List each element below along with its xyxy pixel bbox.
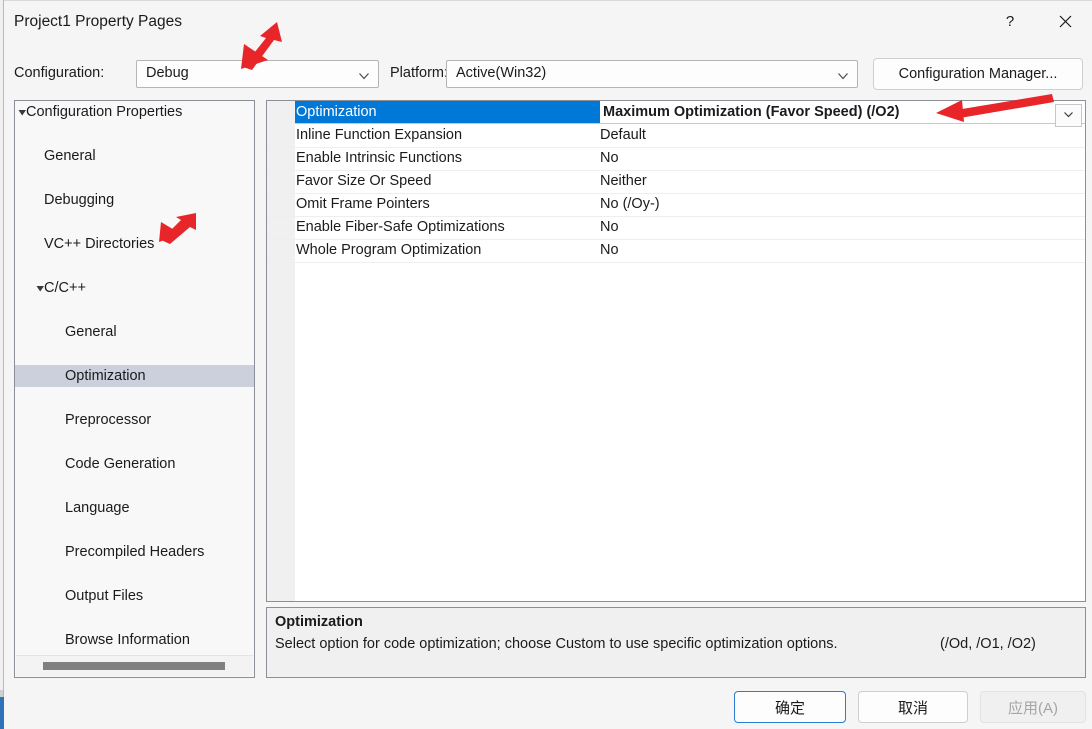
grid-row[interactable]: Whole Program Optimization No [267,239,1085,263]
chevron-down-icon [358,69,370,81]
tree-item-label: Optimization [65,368,146,384]
description-body: Select option for code optimization; cho… [275,636,838,652]
tree-item-browse-information[interactable]: Browse Information [15,629,254,651]
title-bar: Project1 Property Pages ? [4,1,1092,48]
close-button[interactable] [1042,1,1088,41]
grid-row[interactable]: Enable Intrinsic Functions No [267,147,1085,171]
platform-value: Active(Win32) [456,65,547,81]
grid-row-value: No [600,242,619,258]
tree-item-debugging[interactable]: Debugging [15,189,254,211]
tree-item-general[interactable]: General [15,145,254,167]
grid-row-name: Omit Frame Pointers [296,196,430,212]
tree-item-optimization[interactable]: Optimization [15,365,254,387]
tree-item-vc-directories[interactable]: VC++ Directories [15,233,254,255]
platform-combobox[interactable]: Active(Win32) [446,60,858,88]
grid-row[interactable]: Favor Size Or Speed Neither [267,170,1085,194]
grid-row[interactable]: Omit Frame Pointers No (/Oy-) [267,193,1085,217]
window-title: Project1 Property Pages [14,13,183,30]
tree-item-c-c[interactable]: C/C++ [15,277,254,299]
close-icon [1059,15,1072,28]
description-panel: Optimization Select option for code opti… [266,607,1086,678]
configuration-value: Debug [146,65,189,81]
tree-item-label: Language [65,500,130,516]
description-title: Optimization [275,614,363,630]
property-grid[interactable]: Optimization Maximum Optimization (Favor … [266,100,1086,602]
tree-item-label: Preprocessor [65,412,152,428]
description-switches: (/Od, /O1, /O2) [940,636,1036,652]
tree-item-configuration-properties[interactable]: Configuration Properties [15,101,254,123]
tree-item-language[interactable]: Language [15,497,254,519]
tree-item-label: VC++ Directories [44,236,155,252]
grid-row-name: Enable Fiber-Safe Optimizations [296,219,505,235]
grid-row-name: Whole Program Optimization [296,242,482,258]
tree-item-label: Configuration Properties [26,104,183,120]
grid-row-value[interactable]: Maximum Optimization (Favor Speed) (/O2) [598,101,1058,124]
tree-item-label: Browse Information [65,632,190,648]
grid-row-name: Enable Intrinsic Functions [296,150,463,166]
cancel-button[interactable]: 取消 [858,691,968,723]
tree-item-precompiled-headers[interactable]: Precompiled Headers [15,541,254,563]
configuration-tree[interactable]: Configuration Properties General Debugging… [14,100,255,678]
grid-row-name: Optimization [295,101,599,124]
grid-row-value: No [600,150,619,166]
ide-background-strip [0,690,3,697]
tree-item-label: General [65,324,117,340]
configuration-manager-button[interactable]: Configuration Manager... [873,58,1083,90]
tree-item-general[interactable]: General [15,321,254,343]
chevron-down-icon [837,69,849,81]
grid-row-name: Inline Function Expansion [296,127,463,143]
platform-label: Platform: [390,65,449,81]
dialog-window: Project1 Property Pages ? Configuration:… [4,0,1092,729]
grid-row-value: No (/Oy-) [600,196,660,212]
apply-button[interactable]: 应用(A) [980,691,1086,723]
question-mark-icon: ? [1005,12,1015,30]
tree-item-label: Code Generation [65,456,176,472]
configuration-combobox[interactable]: Debug [136,60,379,88]
tree-item-label: General [44,148,96,164]
configuration-label: Configuration: [14,65,105,81]
grid-row[interactable]: Enable Fiber-Safe Optimizations No [267,216,1085,240]
tree-item-label: Output Files [65,588,144,604]
tree-items-container: Configuration Properties General Debugging… [15,101,254,655]
grid-row[interactable]: Inline Function Expansion Default [267,124,1085,148]
grid-row-value: Neither [600,173,647,189]
grid-row-name: Favor Size Or Speed [296,173,432,189]
help-button[interactable]: ? [987,1,1033,41]
tree-item-label: Precompiled Headers [65,544,205,560]
grid-row-value: Default [600,127,646,143]
grid-row-value: No [600,219,619,235]
chevron-down-icon [1063,107,1074,125]
property-pages-dialog-screen: Project1 Property Pages ? Configuration:… [0,0,1092,729]
tree-item-code-generation[interactable]: Code Generation [15,453,254,475]
tree-item-label: Debugging [44,192,115,208]
tree-item-preprocessor[interactable]: Preprocessor [15,409,254,431]
grid-row[interactable]: Optimization Maximum Optimization (Favor … [267,101,1085,127]
ok-button[interactable]: 确定 [734,691,846,723]
tree-item-output-files[interactable]: Output Files [15,585,254,607]
scrollbar-thumb[interactable] [43,662,225,670]
tree-item-label: C/C++ [44,280,86,296]
tree-horizontal-scrollbar[interactable] [16,655,253,676]
